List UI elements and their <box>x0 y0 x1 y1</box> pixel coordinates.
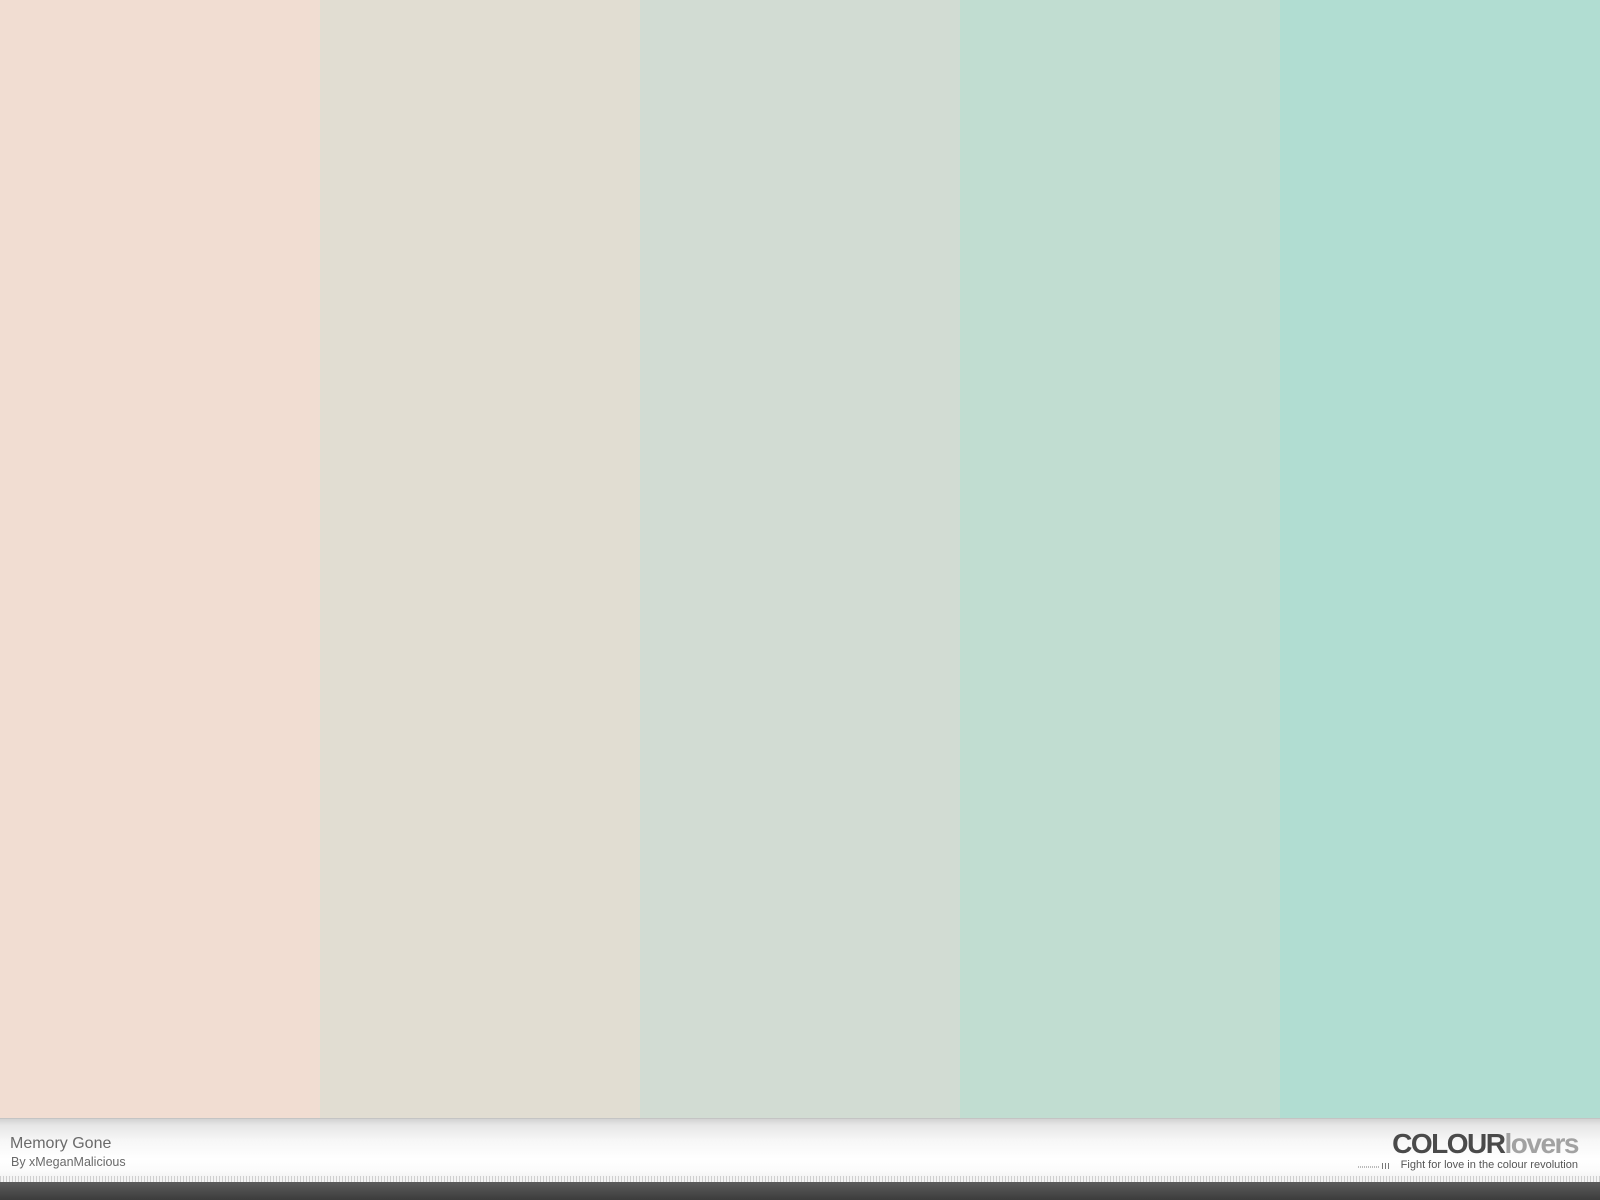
logo-wordmark: COLOURlovers <box>1392 1128 1580 1159</box>
color-swatch-2[interactable] <box>320 0 640 1118</box>
color-swatch-1[interactable] <box>0 0 320 1118</box>
color-swatch-3[interactable] <box>640 0 960 1118</box>
logo-text-light: lovers <box>1504 1128 1580 1159</box>
palette-page: Memory Gone By xMeganMalicious COLOURlov… <box>0 0 1600 1200</box>
palette-swatches <box>0 0 1600 1118</box>
palette-author: By xMeganMalicious <box>11 1155 126 1169</box>
dotted-line-icon <box>1358 1163 1389 1169</box>
color-swatch-4[interactable] <box>960 0 1280 1118</box>
palette-title: Memory Gone <box>10 1135 112 1152</box>
colourlovers-logo[interactable]: COLOURlovers Fight for love in the colou… <box>1358 1128 1580 1171</box>
color-swatch-5[interactable] <box>1280 0 1600 1118</box>
logo-text-bold: COLOUR <box>1392 1128 1506 1159</box>
palette-footer: Memory Gone By xMeganMalicious COLOURlov… <box>0 1118 1600 1182</box>
bottom-bar <box>0 1182 1600 1200</box>
logo-tagline: Fight for love in the colour revolution <box>1400 1159 1578 1171</box>
